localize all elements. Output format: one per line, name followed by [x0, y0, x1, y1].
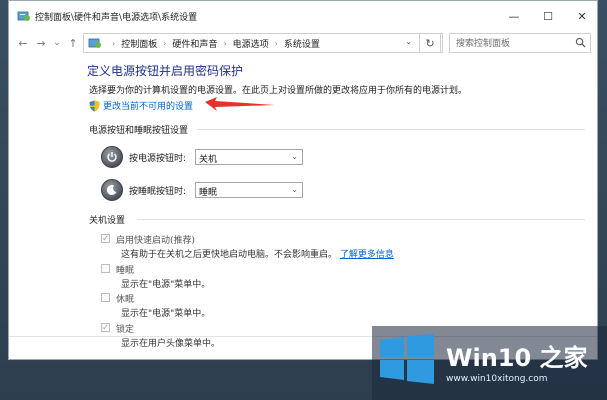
main-content: 定义电源按钮并启用密码保护 选择要为你的计算机设置的电源设置。在此页上对设置所做… — [9, 55, 597, 359]
fast-startup-checkbox[interactable]: ✓ — [101, 234, 110, 243]
sleep-option[interactable]: 睡眠 — [101, 263, 134, 276]
sleep-icon — [101, 179, 123, 201]
watermark-brand: Win10 之家 — [446, 344, 588, 372]
power-button-action-select[interactable]: 关机 ⌄ — [195, 149, 303, 165]
learn-more-link[interactable]: 了解更多信息 — [340, 250, 394, 260]
breadcrumb: › 控制面板 › 硬件和声音 › 电源选项 › 系统设置 — [106, 37, 320, 50]
shutdown-section-heading: 关机设置 — [89, 216, 126, 226]
section-divider — [137, 219, 585, 220]
window-title: 控制面板\硬件和声音\电源选项\系统设置 — [35, 13, 198, 23]
address-dropdown-icon[interactable]: ⌄ — [405, 37, 412, 46]
watermark-logo: Win10 之家 www.win10xitong.com — [372, 326, 607, 400]
windows-logo-icon — [380, 334, 434, 384]
fast-startup-desc-text: 这有助于在关机之后更快地启动电脑。不会影响重启。 — [121, 250, 338, 260]
section-divider — [197, 129, 585, 130]
recent-locations-dropdown[interactable]: ⌄ — [49, 35, 65, 51]
refresh-button[interactable]: ↻ — [419, 33, 441, 53]
power-icon — [101, 146, 123, 168]
control-panel-icon — [88, 38, 101, 48]
breadcrumb-power-options[interactable]: 电源选项 — [233, 37, 269, 50]
sleep-button-action-value: 睡眠 — [199, 188, 218, 198]
power-button-label: 按电源按钮时: — [129, 153, 187, 164]
close-button[interactable]: ✕ — [565, 1, 597, 31]
hibernate-option[interactable]: 休眠 — [101, 292, 134, 305]
power-button-row: 按电源按钮时: 关机 ⌄ — [101, 146, 303, 168]
sleep-button-row: 按睡眠按钮时: 睡眠 ⌄ — [101, 179, 303, 201]
uac-shield-icon — [89, 100, 100, 111]
hibernate-checkbox[interactable] — [101, 293, 110, 302]
sleep-option-description: 显示在"电源"菜单中。 — [121, 280, 211, 290]
breadcrumb-separator: › — [163, 38, 167, 48]
control-panel-window: 控制面板\硬件和声音\电源选项\系统设置 — ☐ ✕ ← → ⌄ ↑ › 控制面… — [8, 0, 598, 360]
sleep-button-action-select[interactable]: 睡眠 ⌄ — [195, 182, 303, 198]
sleep-checkbox[interactable] — [101, 264, 110, 273]
fast-startup-option[interactable]: ✓ 启用快速启动(推荐) — [101, 233, 195, 246]
address-bar[interactable]: › 控制面板 › 硬件和声音 › 电源选项 › 系统设置 ⌄ — [83, 33, 443, 53]
power-button-action-value: 关机 — [199, 155, 218, 165]
forward-button[interactable]: → — [33, 35, 49, 51]
up-button[interactable]: ↑ — [65, 35, 81, 51]
breadcrumb-hardware-sound[interactable]: 硬件和声音 — [172, 37, 217, 50]
hibernate-option-label: 休眠 — [116, 295, 135, 305]
chevron-down-icon: ⌄ — [291, 152, 298, 161]
lock-checkbox[interactable]: ✓ — [101, 323, 110, 332]
maximize-button[interactable]: ☐ — [531, 1, 565, 31]
search-box — [449, 33, 591, 53]
fast-startup-label: 启用快速启动(推荐) — [116, 236, 196, 246]
power-section-heading: 电源按钮和睡眠按钮设置 — [89, 126, 189, 136]
page-description: 选择要为你的计算机设置的电源设置。在此页上对设置所做的更改将应用于你所有的电源计… — [89, 86, 468, 96]
hibernate-option-description: 显示在"电源"菜单中。 — [121, 309, 211, 319]
lock-option-label: 锁定 — [116, 325, 135, 335]
lock-option-description: 显示在用户头像菜单中。 — [121, 339, 221, 349]
sleep-option-label: 睡眠 — [116, 266, 135, 276]
breadcrumb-separator: › — [112, 38, 116, 48]
page-title: 定义电源按钮并启用密码保护 — [87, 64, 244, 78]
control-panel-app-icon — [17, 11, 30, 21]
breadcrumb-control-panel[interactable]: 控制面板 — [121, 37, 157, 50]
minimize-button[interactable]: — — [497, 1, 531, 31]
fast-startup-description: 这有助于在关机之后更快地启动电脑。不会影响重启。 了解更多信息 — [121, 247, 394, 260]
change-settings-link-text[interactable]: 更改当前不可用的设置 — [103, 99, 193, 112]
breadcrumb-separator: › — [274, 38, 278, 48]
breadcrumb-separator: › — [223, 38, 227, 48]
change-unavailable-settings-link[interactable]: 更改当前不可用的设置 — [89, 99, 193, 112]
search-icon[interactable] — [575, 37, 586, 48]
navigation-bar: ← → ⌄ ↑ › 控制面板 › 硬件和声音 › 电源选项 › 系统设置 ⌄ ↻ — [9, 31, 597, 55]
title-bar: 控制面板\硬件和声音\电源选项\系统设置 — ☐ ✕ — [9, 1, 597, 31]
red-annotation-arrow — [205, 97, 275, 111]
back-button[interactable]: ← — [15, 35, 31, 51]
sleep-button-label: 按睡眠按钮时: — [129, 186, 187, 197]
search-input[interactable] — [454, 35, 578, 53]
chevron-down-icon: ⌄ — [291, 185, 298, 194]
breadcrumb-system-settings[interactable]: 系统设置 — [284, 37, 320, 50]
watermark-url: www.win10xitong.com — [446, 374, 548, 384]
lock-option[interactable]: ✓ 锁定 — [101, 322, 134, 335]
